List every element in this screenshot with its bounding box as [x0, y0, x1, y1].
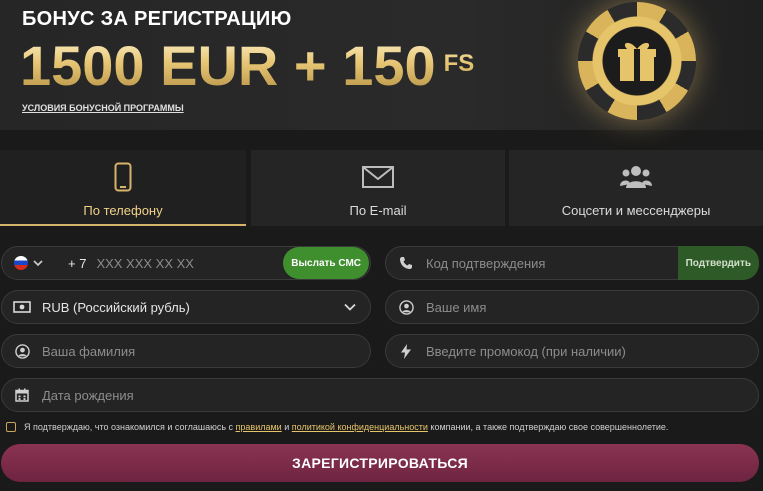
- bonus-terms-link[interactable]: УСЛОВИЯ БОНУСНОЙ ПРОГРАММЫ: [22, 103, 184, 113]
- tab-phone[interactable]: По телефону: [0, 150, 246, 226]
- code-field: Подтвердить: [385, 246, 759, 280]
- registration-tabs: По телефону По E-mail Соцсети и мессендж…: [0, 150, 763, 226]
- bonus-banner: БОНУС ЗА РЕГИСТРАЦИЮ 1500 EUR + 150 FS УС…: [0, 0, 763, 130]
- phone-prefix: + 7: [68, 255, 87, 271]
- register-button[interactable]: ЗАРЕГИСТРИРОВАТЬСЯ: [1, 444, 759, 482]
- rules-link[interactable]: правилами: [236, 422, 282, 432]
- calendar-icon: [2, 388, 42, 402]
- bonus-amount-suffix: FS: [443, 50, 475, 77]
- chevron-down-icon: [344, 303, 356, 311]
- birthdate-input[interactable]: [42, 387, 758, 403]
- first-name-input[interactable]: [426, 299, 758, 315]
- promo-input[interactable]: [426, 343, 758, 359]
- consent-and: и: [284, 422, 290, 432]
- bonus-amount: 1500 EUR + 150 FS: [20, 32, 474, 98]
- tab-phone-label: По телефону: [83, 203, 163, 218]
- russia-flag-icon: [14, 256, 28, 270]
- currency-value: RUB (Российский рубль): [42, 299, 190, 315]
- last-name-field: [1, 334, 371, 368]
- gift-icon: [618, 42, 656, 81]
- casino-chip-gift-icon: [578, 2, 696, 120]
- tab-email[interactable]: По E-mail: [251, 150, 505, 226]
- promo-field: [385, 334, 759, 368]
- country-select[interactable]: [2, 256, 54, 270]
- currency-select[interactable]: RUB (Российский рубль): [1, 290, 371, 324]
- lightning-icon: [386, 343, 426, 359]
- consent-row: Я подтверждаю, что ознакомился и соглаша…: [6, 422, 668, 432]
- envelope-icon: [362, 162, 394, 192]
- tab-social[interactable]: Соцсети и мессенджеры: [509, 150, 763, 226]
- code-input[interactable]: [426, 255, 678, 271]
- bonus-title: БОНУС ЗА РЕГИСТРАЦИЮ: [22, 8, 292, 30]
- phone-handset-icon: [386, 256, 426, 270]
- confirm-code-button[interactable]: Подтвердить: [677, 246, 759, 280]
- consent-text-before: Я подтверждаю, что ознакомился и соглаша…: [24, 422, 234, 432]
- birthdate-field: [1, 378, 759, 412]
- banknote-icon: [2, 301, 42, 313]
- tab-email-label: По E-mail: [349, 203, 407, 218]
- user-circle-icon: [2, 343, 42, 359]
- chevron-down-icon: [33, 260, 43, 267]
- tab-social-label: Соцсети и мессенджеры: [561, 203, 711, 218]
- first-name-field: [385, 290, 759, 324]
- send-sms-button[interactable]: Выслать СМС: [283, 247, 369, 279]
- consent-text-after: компании, а также подтверждаю свое совер…: [430, 422, 669, 432]
- consent-checkbox[interactable]: [6, 422, 16, 432]
- last-name-input[interactable]: [42, 343, 370, 359]
- phone-icon: [114, 162, 132, 192]
- user-circle-icon: [386, 299, 426, 315]
- phone-input[interactable]: [96, 255, 284, 271]
- privacy-policy-link[interactable]: политикой конфиденциальности: [292, 422, 428, 432]
- users-icon: [620, 162, 652, 192]
- phone-field: + 7 Выслать СМС: [1, 246, 371, 280]
- bonus-amount-value: 1500 EUR + 150: [20, 34, 436, 97]
